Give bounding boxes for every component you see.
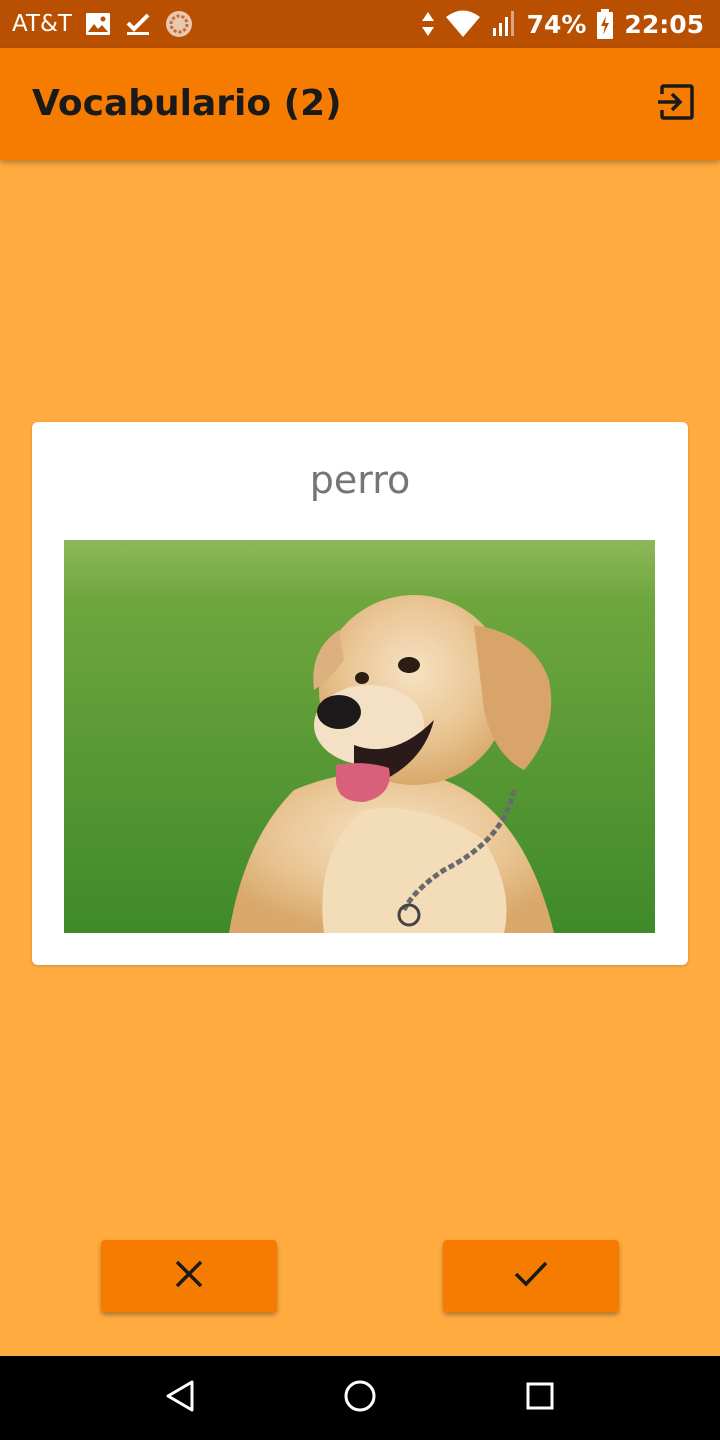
clock: 22:05 — [624, 9, 704, 39]
back-icon — [164, 1379, 196, 1417]
app-bar: Vocabulario (2) — [0, 48, 720, 160]
wrong-button[interactable] — [101, 1240, 277, 1312]
navigation-bar — [0, 1356, 720, 1440]
battery-charging-icon — [596, 9, 614, 39]
status-bar-right: 74% 22:05 — [421, 0, 704, 48]
check-icon — [513, 1259, 549, 1293]
exit-button[interactable] — [648, 76, 704, 132]
exit-icon — [656, 82, 696, 126]
wifi-icon — [445, 10, 481, 38]
golden-retriever-photo — [64, 540, 655, 933]
download-done-icon — [124, 10, 152, 38]
nav-back-button[interactable] — [152, 1370, 208, 1426]
data-arrows-icon — [421, 10, 435, 38]
battery-percent: 74% — [526, 9, 587, 39]
correct-button[interactable] — [443, 1240, 619, 1312]
carrier-label: AT&T — [12, 11, 72, 37]
nav-home-button[interactable] — [332, 1370, 388, 1426]
close-icon — [173, 1258, 205, 1294]
home-icon — [343, 1379, 377, 1417]
nav-recents-button[interactable] — [512, 1370, 568, 1426]
page-title: Vocabulario (2) — [32, 83, 342, 124]
signal-icon — [491, 10, 517, 38]
image-icon — [84, 10, 112, 38]
recents-icon — [525, 1381, 555, 1415]
sync-circle-icon — [164, 9, 194, 39]
status-bar: AT&T 74% 22:05 — [0, 0, 720, 48]
vocabulary-word: perro — [309, 458, 411, 502]
status-bar-left: AT&T — [12, 0, 194, 48]
